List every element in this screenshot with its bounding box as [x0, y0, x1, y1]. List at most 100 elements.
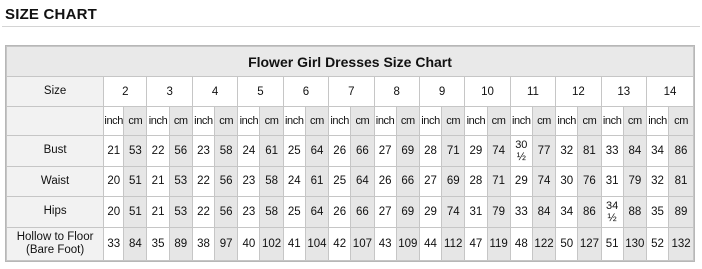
- cell-waist-3-cm: 53: [168, 165, 193, 198]
- cell-waist-14-cm: 81: [668, 165, 694, 198]
- cell-hips-5-cm: 58: [259, 196, 284, 228]
- cell-bust-14-cm: 86: [668, 135, 694, 167]
- cell-hollow-to-floor-bare-foot-2-cm: 84: [123, 226, 148, 261]
- cell-hollow-to-floor-bare-foot-13-cm: 130: [622, 226, 647, 261]
- cell-hips-9-inch: 29: [418, 196, 443, 228]
- cell-hollow-to-floor-bare-foot-10-inch: 47: [464, 226, 488, 261]
- cell-hollow-to-floor-bare-foot-4-inch: 38: [191, 226, 216, 261]
- cell-hips-8-cm: 69: [395, 196, 420, 228]
- cell-bust-5-inch: 24: [237, 135, 261, 167]
- cell-hips-11-inch: 33: [509, 196, 533, 228]
- cell-waist-13-cm: 79: [622, 165, 647, 198]
- cell-hollow-to-floor-bare-foot-9-inch: 44: [418, 226, 443, 261]
- cell-hips-14-inch: 35: [645, 196, 670, 228]
- cell-waist-12-inch: 30: [555, 165, 579, 198]
- cell-hips-13-inch: 34 ½: [600, 196, 624, 228]
- unit-inch-9: inch: [418, 105, 443, 137]
- cell-hips-7-inch: 26: [328, 196, 352, 228]
- size-header-11: 11: [509, 76, 557, 107]
- unit-cm-12: cm: [577, 105, 602, 137]
- cell-hips-10-inch: 31: [464, 196, 488, 228]
- unit-label-blank: [5, 105, 105, 137]
- cell-hips-12-cm: 86: [577, 196, 602, 228]
- size-header-9: 9: [418, 76, 466, 107]
- size-label: Size: [5, 76, 105, 107]
- cell-waist-4-cm: 56: [214, 165, 239, 198]
- unit-inch-10: inch: [464, 105, 488, 137]
- cell-bust-13-inch: 33: [600, 135, 624, 167]
- cell-hips-2-inch: 20: [103, 196, 125, 228]
- cell-waist-4-inch: 22: [191, 165, 216, 198]
- unit-cm-2: cm: [123, 105, 148, 137]
- row-waist: Waist 20 51 21 53 22 56 23 58 24 61 25 64 26 66 27 69 28 7…: [5, 165, 694, 198]
- cell-hips-13-cm: 88: [622, 196, 647, 228]
- unit-inch-2: inch: [103, 105, 125, 137]
- cell-hollow-to-floor-bare-foot-6-cm: 104: [304, 226, 330, 261]
- unit-inch-3: inch: [146, 105, 170, 137]
- unit-cm-8: cm: [395, 105, 420, 137]
- cell-bust-4-inch: 23: [191, 135, 216, 167]
- cell-bust-6-cm: 64: [304, 135, 330, 167]
- unit-cm-4: cm: [214, 105, 239, 137]
- size-header-5: 5: [237, 76, 284, 107]
- unit-cm-6: cm: [304, 105, 330, 137]
- unit-cm-11: cm: [531, 105, 557, 137]
- cell-hips-11-cm: 84: [531, 196, 557, 228]
- cell-waist-8-inch: 26: [373, 165, 397, 198]
- size-header-3: 3: [146, 76, 193, 107]
- cell-waist-5-cm: 58: [259, 165, 284, 198]
- cell-bust-3-inch: 22: [146, 135, 170, 167]
- cell-bust-3-cm: 56: [168, 135, 193, 167]
- cell-hips-3-cm: 53: [168, 196, 193, 228]
- cell-hollow-to-floor-bare-foot-9-cm: 112: [441, 226, 466, 261]
- cell-waist-2-inch: 20: [103, 165, 125, 198]
- cell-hips-10-cm: 79: [486, 196, 511, 228]
- unit-inch-12: inch: [555, 105, 579, 137]
- cell-hips-9-cm: 74: [441, 196, 466, 228]
- cell-waist-10-cm: 71: [486, 165, 511, 198]
- row-hips: Hips 20 51 21 53 22 56 23 58 25 64 26 66 27 69 29 74 31 79…: [5, 196, 694, 228]
- cell-hollow-to-floor-bare-foot-3-inch: 35: [146, 226, 170, 261]
- cell-waist-10-inch: 28: [464, 165, 488, 198]
- cell-waist-5-inch: 23: [237, 165, 261, 198]
- cell-hollow-to-floor-bare-foot-14-cm: 132: [668, 226, 694, 261]
- cell-bust-8-inch: 27: [373, 135, 397, 167]
- size-chart-frame: Flower Girl Dresses Size Chart Size 2 3 4 5 6…: [5, 45, 695, 262]
- row-label-hollow-to-floor-bare-foot: Hollow to Floor (Bare Foot): [5, 226, 105, 261]
- cell-bust-11-inch: 30 ½: [509, 135, 533, 167]
- cell-bust-9-inch: 28: [418, 135, 443, 167]
- unit-inch-5: inch: [237, 105, 261, 137]
- unit-inch-4: inch: [191, 105, 216, 137]
- cell-hollow-to-floor-bare-foot-7-cm: 107: [350, 226, 375, 261]
- unit-inch-14: inch: [645, 105, 670, 137]
- cell-hips-2-cm: 51: [123, 196, 148, 228]
- unit-cm-3: cm: [168, 105, 193, 137]
- cell-waist-12-cm: 76: [577, 165, 602, 198]
- cell-hips-12-inch: 34: [555, 196, 579, 228]
- cell-hollow-to-floor-bare-foot-5-inch: 40: [237, 226, 261, 261]
- cell-hollow-to-floor-bare-foot-11-inch: 48: [509, 226, 533, 261]
- cell-hollow-to-floor-bare-foot-12-cm: 127: [577, 226, 602, 261]
- cell-bust-2-inch: 21: [103, 135, 125, 167]
- row-bust: Bust 21 53 22 56 23 58 24 61 25 64 26 66 27 69 28 71 29 74…: [5, 135, 694, 167]
- unit-cm-10: cm: [486, 105, 511, 137]
- cell-hollow-to-floor-bare-foot-4-cm: 97: [214, 226, 239, 261]
- size-header-6: 6: [282, 76, 330, 107]
- cell-hollow-to-floor-bare-foot-11-cm: 122: [531, 226, 557, 261]
- cell-waist-11-inch: 29: [509, 165, 533, 198]
- cell-hips-7-cm: 66: [350, 196, 375, 228]
- unit-cm-5: cm: [259, 105, 284, 137]
- unit-cm-9: cm: [441, 105, 466, 137]
- cell-waist-7-cm: 64: [350, 165, 375, 198]
- size-chart-table: Flower Girl Dresses Size Chart Size 2 3 4 5 6…: [5, 45, 695, 261]
- cell-waist-3-inch: 21: [146, 165, 170, 198]
- cell-hips-14-cm: 89: [668, 196, 694, 228]
- size-header-8: 8: [373, 76, 420, 107]
- unit-inch-7: inch: [328, 105, 352, 137]
- cell-hollow-to-floor-bare-foot-10-cm: 119: [486, 226, 511, 261]
- cell-hips-4-inch: 22: [191, 196, 216, 228]
- unit-cm-14: cm: [668, 105, 694, 137]
- size-row: Size 2 3 4 5 6 7 8 9 10 11 12 13 14: [5, 76, 695, 107]
- cell-waist-13-inch: 31: [600, 165, 624, 198]
- cell-bust-10-cm: 74: [486, 135, 511, 167]
